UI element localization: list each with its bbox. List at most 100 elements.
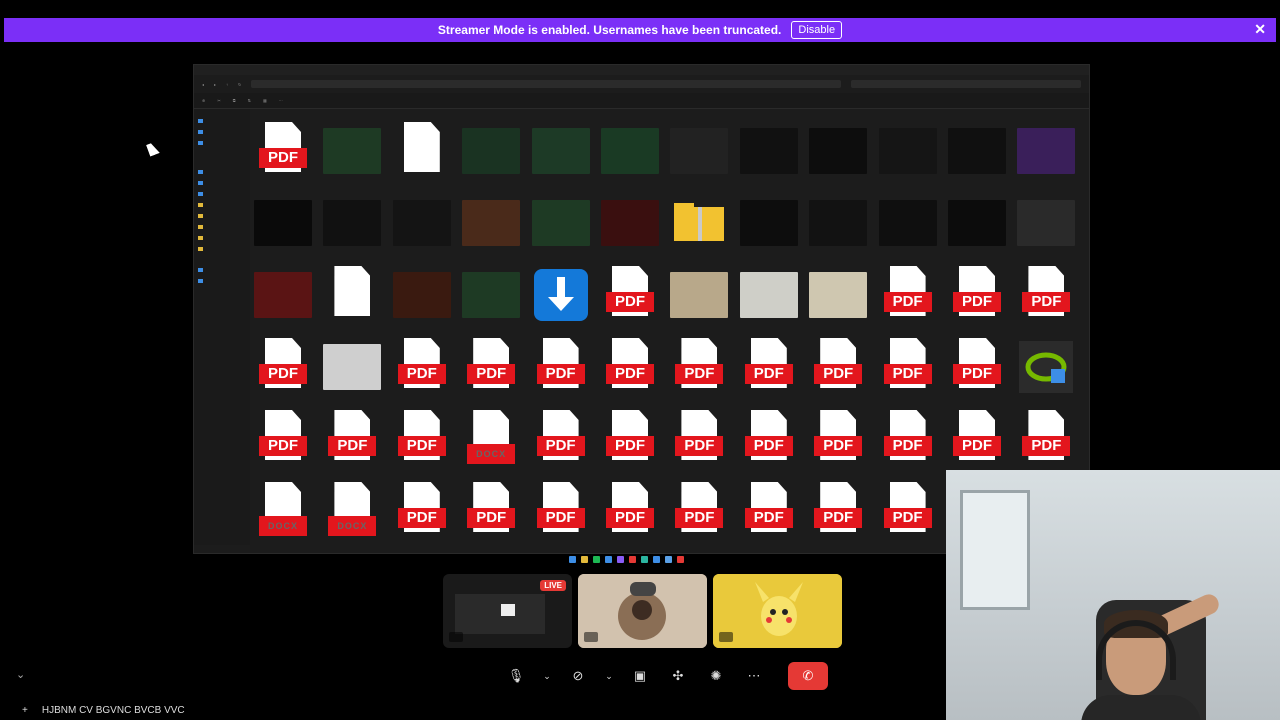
file-caption [879, 327, 937, 333]
pdf-file-icon: PDF [953, 338, 1001, 396]
docx-file-icon: DOCX [467, 410, 516, 468]
image-thumbnail [462, 272, 521, 318]
zip-folder-icon [674, 203, 725, 241]
disable-streamer-mode-button[interactable]: Disable [791, 21, 843, 39]
file-item: PDF [809, 482, 867, 553]
app-icon [641, 556, 648, 563]
file-caption [809, 183, 867, 189]
soundboard-icon[interactable]: ✺ [702, 662, 730, 690]
file-caption [670, 327, 728, 333]
image-thumbnail [670, 272, 729, 318]
activities-icon[interactable]: ✣ [664, 662, 692, 690]
file-item [670, 127, 729, 195]
file-caption [948, 327, 1006, 333]
participant-tile-pikachu[interactable] [713, 574, 842, 648]
file-item: PDF [740, 338, 798, 411]
file-caption [254, 183, 312, 189]
bottom-bar: + HJBNM CV BGVNC BVCB VVC [0, 700, 946, 720]
file-item [254, 271, 312, 339]
explorer-toolbar: ⊕ ✂ ⧉ ⇅ ▦ ⋯ [194, 93, 1089, 109]
participant-tile-screen[interactable]: LIVE [443, 574, 572, 648]
windows-icon [569, 556, 576, 563]
file-item [392, 271, 451, 339]
file-caption [1017, 255, 1075, 261]
explorer-address-bar: ◂ ▸ ↑ ↻ [194, 75, 1089, 93]
file-caption [1017, 183, 1075, 189]
chevron-down-icon[interactable]: ⌄ [16, 668, 25, 681]
more-options-icon[interactable]: ⋯ [740, 662, 768, 690]
copy-icon: ⧉ [232, 98, 236, 103]
file-item [1017, 199, 1076, 267]
file-caption [948, 399, 1006, 405]
screen-share-icon[interactable]: ▣ [626, 662, 654, 690]
file-item: PDF [879, 410, 937, 483]
file-item [532, 269, 590, 339]
file-item: PDF [809, 410, 867, 483]
download-icon [533, 269, 588, 321]
image-thumbnail [323, 200, 382, 246]
docx-file-icon: DOCX [328, 482, 377, 540]
file-caption [740, 255, 798, 261]
explorer-sidebar [194, 109, 250, 549]
pdf-file-icon: PDF [536, 482, 585, 540]
camera-off-icon[interactable]: ⊘ [564, 662, 592, 690]
file-item [254, 199, 312, 267]
pdf-file-icon: PDF [953, 410, 1001, 468]
blank-file-icon [398, 122, 446, 180]
file-item [739, 271, 798, 339]
chevron-down-icon[interactable]: ⌄ [602, 662, 616, 690]
file-item: PDF [601, 482, 659, 553]
explorer-path [251, 80, 841, 88]
file-caption [462, 255, 520, 261]
pdf-file-icon: PDF [675, 482, 724, 540]
file-item [1017, 341, 1075, 411]
up-icon: ↑ [226, 81, 229, 87]
pdf-file-icon: PDF [744, 482, 793, 540]
new-icon: ⊕ [202, 98, 206, 103]
pdf-file-icon: PDF [883, 482, 932, 540]
file-item [601, 199, 659, 267]
file-item [531, 199, 590, 267]
file-item: PDF [879, 266, 937, 339]
image-thumbnail [392, 272, 451, 318]
file-caption [323, 183, 381, 189]
image-thumbnail [948, 128, 1006, 174]
participant-tiles: LIVE [443, 574, 842, 648]
file-item [393, 122, 451, 195]
pdf-file-icon: PDF [606, 266, 654, 324]
file-caption [740, 327, 798, 333]
nvidia-icon [1019, 341, 1074, 393]
participant-tile-avatar[interactable] [578, 574, 707, 648]
pdf-file-icon: PDF [744, 410, 793, 468]
add-icon[interactable]: + [22, 705, 28, 716]
file-item [878, 199, 937, 267]
image-thumbnail [809, 128, 868, 174]
close-icon[interactable]: ✕ [1254, 21, 1266, 38]
blank-file-icon [328, 266, 376, 324]
file-caption [601, 183, 659, 189]
file-item: PDF [254, 338, 312, 411]
participant-name-tag [719, 632, 733, 642]
chevron-down-icon[interactable]: ⌄ [540, 662, 554, 690]
image-thumbnail [254, 272, 312, 318]
banner-message: Streamer Mode is enabled. Usernames have… [437, 23, 782, 37]
file-caption [254, 255, 312, 261]
file-item [531, 127, 590, 195]
file-caption [601, 471, 659, 477]
pdf-file-icon: PDF [953, 266, 1001, 324]
pdf-file-icon: PDF [536, 410, 585, 468]
file-caption [462, 183, 520, 189]
file-item: PDF [879, 482, 937, 553]
file-item [948, 199, 1006, 267]
webcam-background-window [960, 490, 1030, 610]
participant-name-tag [584, 632, 598, 642]
pdf-file-icon: PDF [467, 338, 516, 396]
pdf-file-icon: PDF [467, 482, 516, 540]
microphone-icon[interactable]: 🎙 [502, 662, 530, 690]
pdf-file-icon: PDF [259, 122, 307, 180]
file-item [670, 271, 729, 339]
end-call-button[interactable]: ✆ [788, 662, 828, 690]
pdf-file-icon: PDF [1022, 410, 1071, 468]
file-item: PDF [879, 338, 937, 411]
pdf-file-icon: PDF [606, 482, 654, 540]
